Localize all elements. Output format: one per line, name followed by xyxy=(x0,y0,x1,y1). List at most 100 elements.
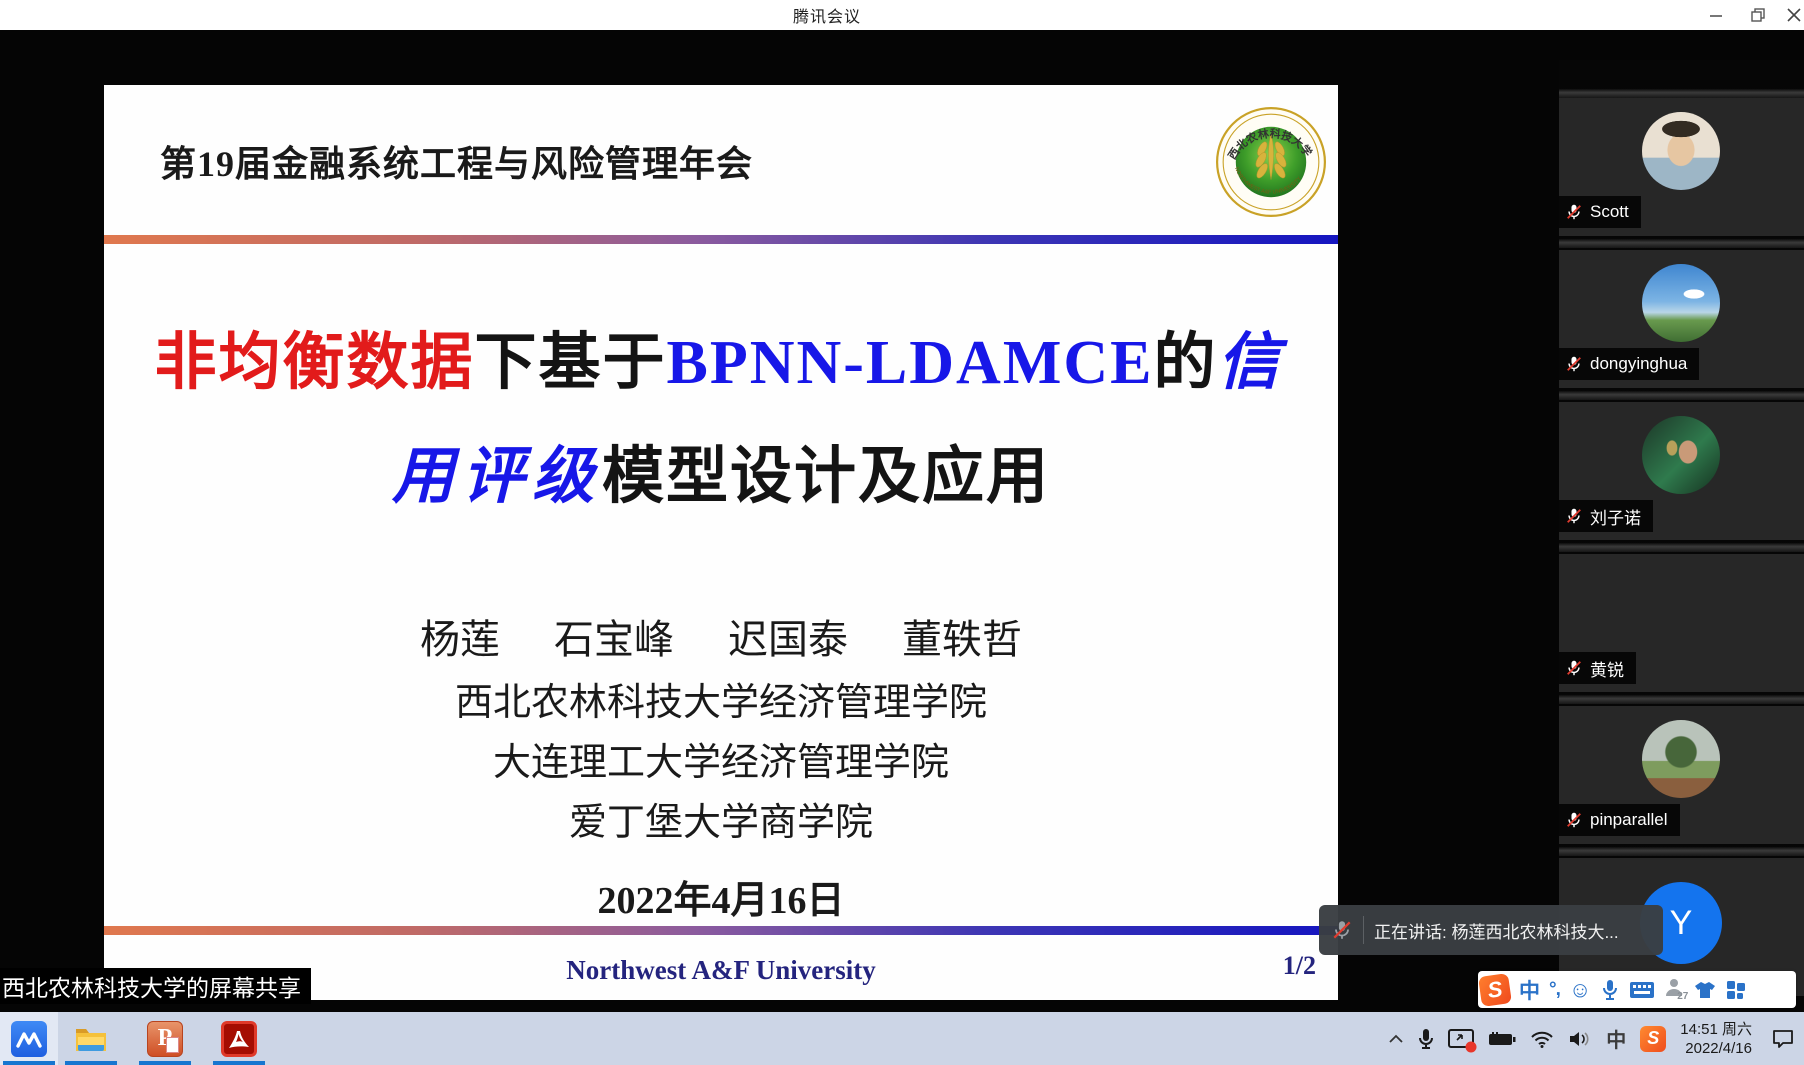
avatar xyxy=(1642,264,1720,342)
volume-tray-icon[interactable] xyxy=(1568,1012,1592,1065)
tile-separator xyxy=(1559,542,1804,552)
tile-separator xyxy=(1559,846,1804,856)
tile-separator xyxy=(1559,238,1804,248)
author-name: 杨莲 xyxy=(420,617,500,662)
mic-muted-icon xyxy=(1565,811,1583,829)
participant-name-badge: 刘子诺 xyxy=(1559,500,1653,532)
sogou-logo-icon[interactable]: S xyxy=(1478,973,1512,1007)
microphone-tray-icon[interactable] xyxy=(1418,1012,1434,1065)
chinese-mode-icon[interactable]: 中 xyxy=(1519,975,1540,1005)
authors-line: 杨莲 石宝峰 迟国泰 董轶哲 xyxy=(104,607,1338,665)
mic-muted-icon xyxy=(1565,203,1583,221)
slide-divider-bottom xyxy=(104,926,1338,935)
soft-keyboard-icon[interactable] xyxy=(1629,981,1655,999)
system-tray: 中 S 14:51 周六 2022/4/16 xyxy=(1388,1012,1804,1065)
title-segment: 下基于 xyxy=(474,329,666,397)
emoji-icon[interactable]: ☺ xyxy=(1569,977,1591,1003)
ime-toolbar: S 中 °, ☺ 27 xyxy=(1478,971,1796,1008)
author-name: 石宝峰 xyxy=(554,617,674,662)
title-segment: 信 xyxy=(1218,329,1288,397)
action-center-icon[interactable] xyxy=(1772,1012,1794,1065)
mic-muted-icon xyxy=(1331,919,1353,941)
affiliation-line: 大连理工大学经济管理学院 xyxy=(104,731,1338,786)
voice-input-icon[interactable] xyxy=(1600,979,1620,1001)
clock-time: 14:51 周六 xyxy=(1680,1020,1752,1039)
taskbar-app-adobe-reader[interactable] xyxy=(210,1012,268,1065)
account-badge: 27 xyxy=(1677,991,1688,1002)
avatar xyxy=(1642,112,1720,190)
conference-title: 第19届金融系统工程与风险管理年会 xyxy=(160,135,753,187)
window-title: 腾讯会议 xyxy=(0,0,1654,30)
tile-separator xyxy=(1559,88,1804,98)
powerpoint-icon: P xyxy=(147,1021,183,1057)
toast-text: 正在讲话: 杨莲西北农林科技大... xyxy=(1374,918,1619,943)
slide-divider-top xyxy=(104,235,1338,244)
screen-record-tray-icon[interactable] xyxy=(1448,1012,1474,1065)
participants-sidebar: Scott dongyinghua xyxy=(1559,60,1804,1042)
participant-name-badge: dongyinghua xyxy=(1559,348,1699,380)
author-name: 迟国泰 xyxy=(728,617,848,662)
tile-separator xyxy=(1559,694,1804,704)
slide-title-line1: 非均衡数据下基于BPNN-LDAMCE的信 xyxy=(104,311,1338,401)
avatar xyxy=(1642,720,1720,798)
minimize-button[interactable] xyxy=(1694,0,1738,30)
affiliation-line: 西北农林科技大学经济管理学院 xyxy=(104,671,1338,726)
taskbar-app-tencent-meeting[interactable] xyxy=(0,1012,58,1065)
participant-name-badge: 黄锐 xyxy=(1559,652,1636,684)
participant-name: 黄锐 xyxy=(1590,656,1624,681)
taskbar-app-file-explorer[interactable] xyxy=(62,1012,120,1065)
title-segment: 的 xyxy=(1153,329,1217,397)
participant-tile-pinparallel[interactable]: pinparallel xyxy=(1559,706,1804,844)
screen-share-label: 西北农林科技大学的屏幕共享 xyxy=(2,969,301,1003)
participant-name: 刘子诺 xyxy=(1590,504,1641,529)
close-button[interactable] xyxy=(1772,0,1804,30)
taskbar-clock[interactable]: 14:51 周六 2022/4/16 xyxy=(1680,1020,1752,1058)
presentation-slide: 第19届金融系统工程与风险管理年会 xyxy=(104,85,1338,1000)
avatar xyxy=(1642,568,1720,646)
windows-taskbar: P xyxy=(0,1012,1804,1065)
adobe-reader-icon xyxy=(221,1021,257,1057)
university-logo: 西北农林科技大学 NORTHWEST A&F UNIVERSITY xyxy=(1216,107,1326,217)
sogou-tray-icon[interactable]: S xyxy=(1640,1012,1666,1065)
account-icon[interactable]: 27 xyxy=(1664,977,1684,1002)
screen-share-banner: 西北农林科技大学的屏幕共享 xyxy=(0,968,311,1004)
participant-name-badge: Scott xyxy=(1559,196,1641,228)
participant-tile-dongyinghua[interactable]: dongyinghua xyxy=(1559,250,1804,388)
avatar xyxy=(1642,416,1720,494)
mic-muted-icon xyxy=(1565,659,1583,677)
taskbar-app-powerpoint[interactable]: P xyxy=(136,1012,194,1065)
skin-icon[interactable] xyxy=(1693,980,1717,1000)
mic-muted-icon xyxy=(1565,355,1583,373)
hidden-icons-chevron[interactable] xyxy=(1388,1012,1404,1065)
title-segment: 用评级 xyxy=(392,443,602,511)
participant-name: dongyinghua xyxy=(1590,354,1687,374)
participant-tile-scott[interactable]: Scott xyxy=(1559,98,1804,236)
participant-tile-huangrui[interactable]: 黄锐 xyxy=(1559,554,1804,692)
file-explorer-icon xyxy=(73,1021,109,1057)
slide-title-line2: 用评级模型设计及应用 xyxy=(104,425,1338,515)
participant-name: pinparallel xyxy=(1590,810,1668,830)
shared-screen-area: 第19届金融系统工程与风险管理年会 xyxy=(0,30,1804,1012)
page-indicator: 1/2 xyxy=(1283,951,1316,981)
title-segment: 非均衡数据 xyxy=(154,329,474,397)
toast-divider xyxy=(1363,916,1364,944)
participant-tile-liuzinuo[interactable]: 刘子诺 xyxy=(1559,402,1804,540)
slide-date: 2022年4月16日 xyxy=(104,869,1338,924)
ime-indicator[interactable]: 中 xyxy=(1606,1012,1626,1065)
speaking-toast: 正在讲话: 杨莲西北农林科技大... xyxy=(1319,905,1663,955)
tile-separator xyxy=(1559,390,1804,400)
window-titlebar: 腾讯会议 xyxy=(0,0,1804,30)
wifi-tray-icon[interactable] xyxy=(1530,1012,1554,1065)
title-segment: BPNN-LDAMCE xyxy=(667,329,1154,397)
author-name: 董轶哲 xyxy=(902,617,1022,662)
participant-name: Scott xyxy=(1590,202,1629,222)
mic-muted-icon xyxy=(1565,507,1583,525)
participant-name-badge: pinparallel xyxy=(1559,804,1680,836)
tencent-meeting-window: 腾讯会议 第19届金融系统工程与风险管理年会 xyxy=(0,0,1804,1065)
battery-tray-icon[interactable] xyxy=(1488,1012,1516,1065)
title-segment: 模型设计及应用 xyxy=(602,443,1050,511)
affiliation-line: 爱丁堡大学商学院 xyxy=(104,791,1338,846)
punctuation-mode-icon[interactable]: °, xyxy=(1549,979,1560,1001)
toolbox-icon[interactable] xyxy=(1726,980,1746,1000)
clock-date: 2022/4/16 xyxy=(1680,1039,1752,1058)
